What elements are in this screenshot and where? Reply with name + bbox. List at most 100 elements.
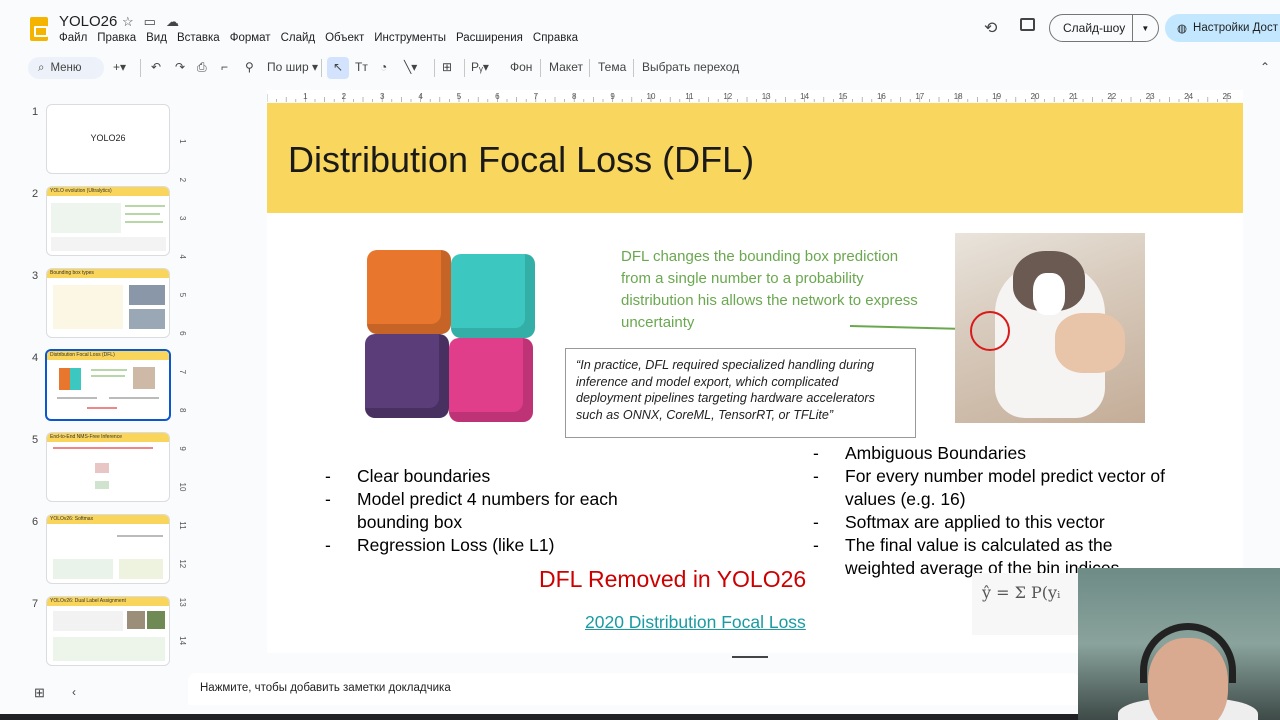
- menu-extensions[interactable]: Расширения: [456, 32, 523, 44]
- ruler-label: 6: [495, 92, 500, 101]
- thumbnail-text: [125, 205, 165, 207]
- thumbnail-title: Bounding box types: [50, 270, 94, 276]
- menu-object[interactable]: Объект: [325, 32, 364, 44]
- new-slide-icon[interactable]: +▾: [113, 60, 126, 74]
- divider: [540, 59, 541, 77]
- list-item: - Clear boundaries: [325, 466, 491, 486]
- zoom-icon[interactable]: ⚲: [245, 60, 254, 74]
- ruler-label: 11: [685, 92, 694, 101]
- version-history-icon[interactable]: ⟲: [984, 18, 997, 38]
- slides-logo-icon[interactable]: [30, 17, 48, 41]
- ruler-label: 22: [1107, 92, 1116, 101]
- slide-title[interactable]: Distribution Focal Loss (DFL): [288, 139, 754, 181]
- ruler-label: 4: [178, 254, 187, 259]
- comments-icon[interactable]: [1020, 18, 1035, 31]
- thumbnail-table: [51, 237, 166, 251]
- purple-cube: [365, 334, 449, 418]
- menu-insert[interactable]: Вставка: [177, 32, 220, 44]
- quote-box[interactable]: “In practice, DFL required specialized h…: [565, 348, 916, 438]
- grid-view-icon[interactable]: ⊞: [34, 685, 45, 701]
- thumbnail-title: YOLO26: [90, 133, 126, 143]
- slide-number: 7: [32, 598, 39, 610]
- orange-cube: [367, 250, 451, 334]
- slideshow-button[interactable]: Слайд-шоу ▼: [1049, 14, 1159, 42]
- slide-thumbnail-1[interactable]: YOLO26: [46, 104, 170, 174]
- paint-format-icon[interactable]: ⌐: [221, 60, 228, 74]
- ruler-label: 21: [1069, 92, 1078, 101]
- comment-add-icon[interactable]: ⊞: [442, 60, 452, 74]
- menu-edit[interactable]: Правка: [97, 32, 136, 44]
- undo-icon[interactable]: ↶: [151, 60, 161, 74]
- menu-file[interactable]: Файл: [59, 32, 87, 44]
- collapse-panel-icon[interactable]: ‹: [72, 685, 76, 699]
- transition-button[interactable]: Выбрать переход: [642, 60, 739, 74]
- menu-slide[interactable]: Слайд: [281, 32, 316, 44]
- right-bullet-list[interactable]: - Ambiguous Boundaries - For every number …: [813, 442, 1205, 580]
- ruler-label: 20: [1031, 92, 1040, 101]
- left-bullet-list[interactable]: - Clear boundaries - Model predict 4 numbe…: [325, 465, 657, 557]
- line-icon[interactable]: ╲▾: [404, 60, 417, 74]
- formula-image[interactable]: ŷ = Σ P(yᵢ: [972, 573, 1092, 635]
- text-box-icon[interactable]: Tт: [355, 60, 368, 74]
- background-button[interactable]: Фон: [510, 60, 532, 74]
- pink-cube: [449, 338, 533, 422]
- dfl-removed-heading[interactable]: DFL Removed in YOLO26: [539, 566, 806, 593]
- speaker-notes[interactable]: Нажмите, чтобы добавить заметки докладчи…: [188, 673, 1080, 705]
- ruler-label: 8: [178, 408, 187, 413]
- thumbnail-title: YOLOv26: Dual Label Assignment: [50, 598, 126, 604]
- slide-thumbnail-7[interactable]: YOLOv26: Dual Label Assignment: [46, 596, 170, 666]
- menu-search[interactable]: ⌕ Меню: [28, 57, 104, 79]
- ruler-label: 23: [1146, 92, 1155, 101]
- ruler-label: 12: [178, 559, 187, 568]
- highlight-circle[interactable]: [970, 311, 1010, 351]
- slide-thumbnail-5[interactable]: End-to-End NMS-Free Inference: [46, 432, 170, 502]
- thumbnail-text: [53, 447, 153, 449]
- slide-thumbnail-4[interactable]: Distribution Focal Loss (DFL): [45, 349, 171, 421]
- menu-tools[interactable]: Инструменты: [374, 32, 446, 44]
- thumbnail-image: [129, 285, 165, 305]
- slide-number: 4: [32, 352, 39, 364]
- shape-icon[interactable]: ◔: [380, 60, 387, 74]
- star-icon[interactable]: ☆: [122, 14, 134, 30]
- theme-button[interactable]: Тема: [598, 60, 626, 74]
- list-item: - Regression Loss (like L1): [325, 535, 555, 555]
- move-folder-icon[interactable]: ▭: [144, 14, 156, 30]
- document-title[interactable]: YOLO26: [59, 13, 117, 30]
- slide-thumbnail-3[interactable]: Bounding box types: [46, 268, 170, 338]
- menu-view[interactable]: Вид: [146, 32, 167, 44]
- menu-format[interactable]: Формат: [230, 32, 271, 44]
- menu-help[interactable]: Справка: [533, 32, 578, 44]
- chevron-down-icon[interactable]: ▼: [1133, 24, 1158, 33]
- slide-thumbnail-2[interactable]: YOLO evolution (Ultralytics): [46, 186, 170, 256]
- cubes-image[interactable]: [365, 248, 540, 428]
- slide-number: 3: [32, 270, 39, 282]
- dfl-description[interactable]: DFL changes the bounding box prediction …: [621, 246, 921, 334]
- cat-muzzle: [1033, 273, 1065, 315]
- ruler-label: 6: [178, 331, 187, 336]
- slide-number: 2: [32, 188, 39, 200]
- cloud-status-icon[interactable]: ☁: [166, 14, 179, 30]
- dfl-paper-link[interactable]: 2020 Distribution Focal Loss: [585, 612, 806, 633]
- divider: [589, 59, 590, 77]
- headphones: [1140, 623, 1236, 683]
- share-button[interactable]: ◍ Настройки Дост: [1165, 14, 1280, 42]
- slide-thumbnail-6[interactable]: YOLOv26: Softmax: [46, 514, 170, 584]
- list-item: - Softmax are applied to this vector: [813, 512, 1105, 532]
- ruler-label: 1: [178, 139, 187, 144]
- menu-search-label: Меню: [50, 62, 82, 74]
- ruler-label: 25: [1223, 92, 1232, 101]
- ruler-label: 10: [178, 483, 187, 492]
- input-tools-icon[interactable]: Рᵧ▾: [471, 60, 489, 74]
- thumbnail-text: [91, 369, 127, 371]
- ruler-label: 2: [178, 178, 187, 183]
- ruler-label: 7: [534, 92, 539, 101]
- collapse-toolbar-icon[interactable]: ⌃: [1260, 60, 1270, 74]
- layout-button[interactable]: Макет: [549, 60, 583, 74]
- redo-icon[interactable]: ↷: [175, 60, 185, 74]
- bullet-text: Softmax are applied to this vector: [845, 512, 1105, 532]
- zoom-select[interactable]: По шир ▾: [267, 60, 318, 74]
- print-icon[interactable]: ⎙: [197, 60, 207, 75]
- ruler-label: 3: [178, 216, 187, 221]
- ruler-label: 13: [762, 92, 771, 101]
- thumbnail-text: [91, 375, 125, 377]
